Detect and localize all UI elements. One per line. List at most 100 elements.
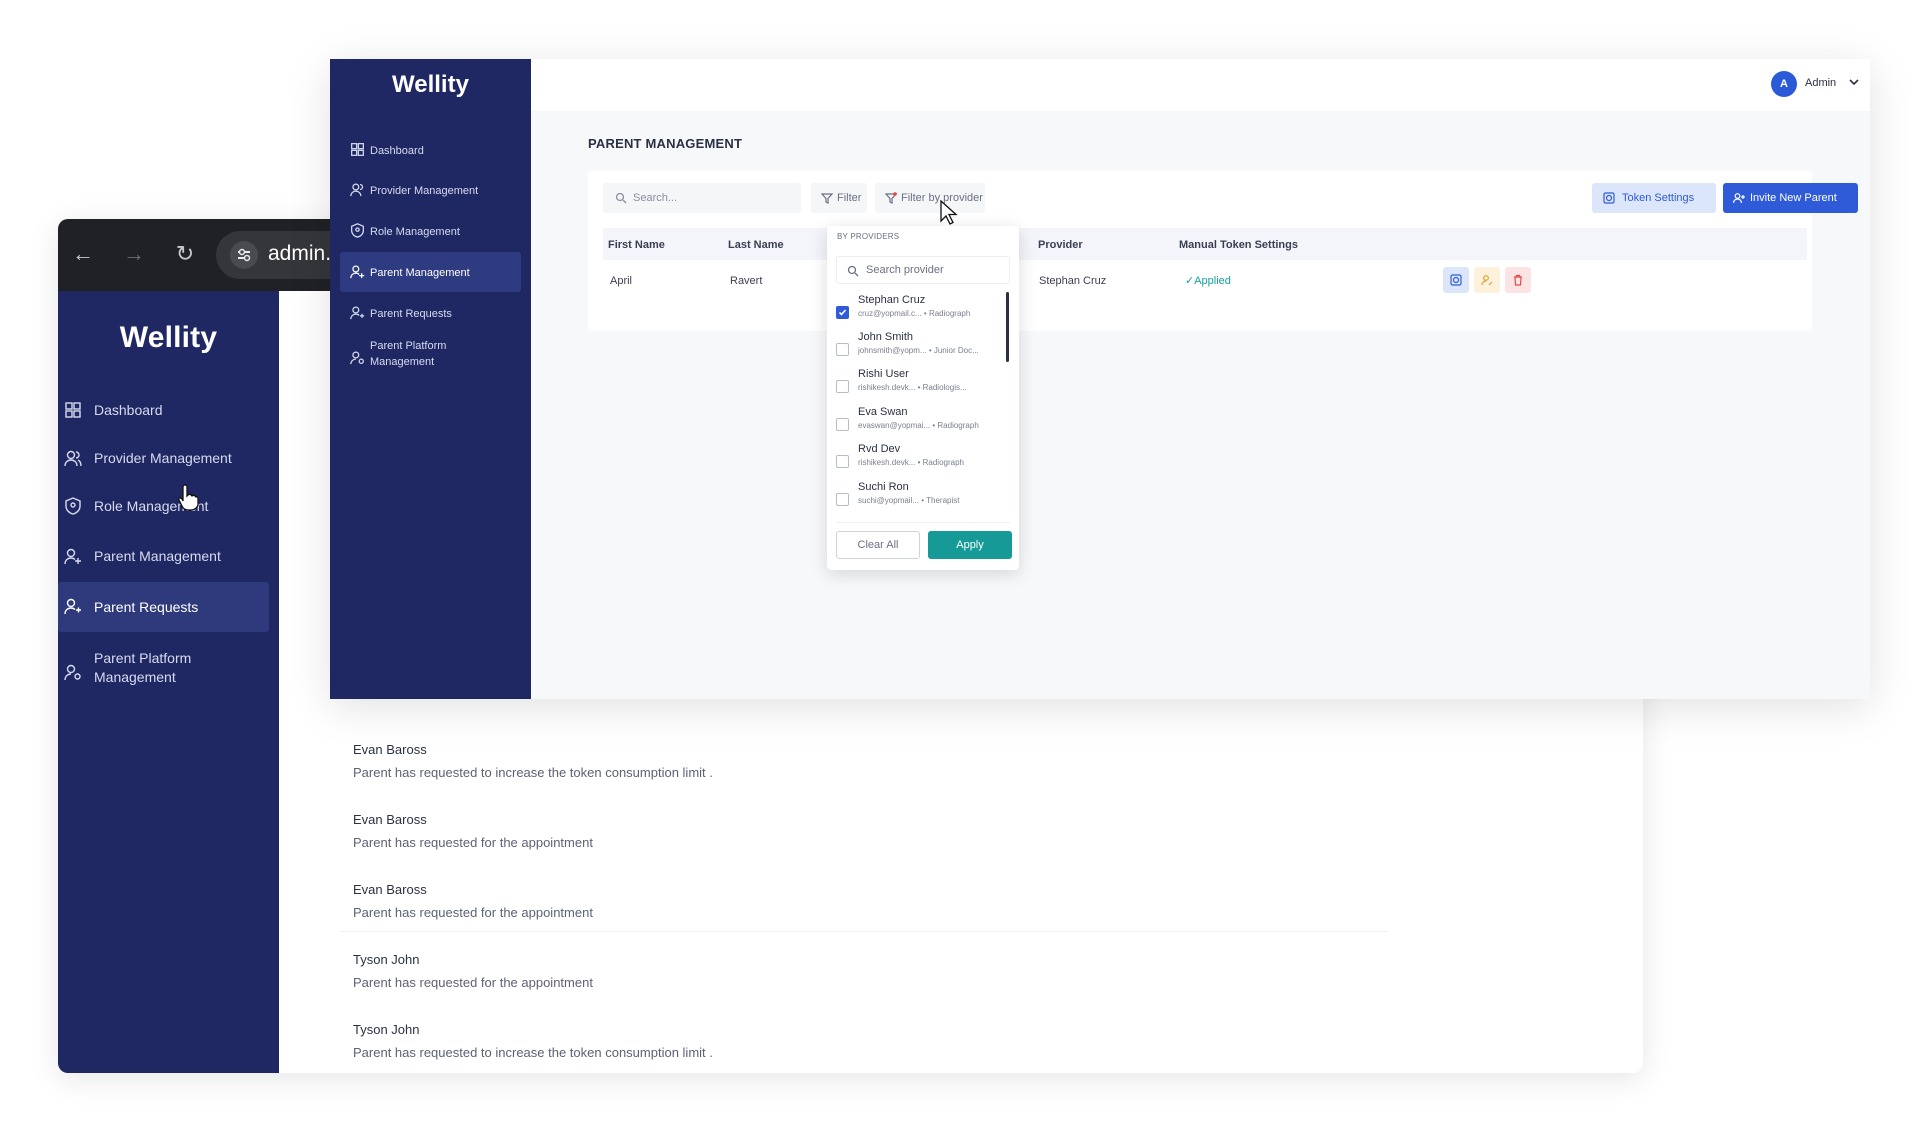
front-sidebar: Wellity Dashboard Provider Management Ro… — [330, 59, 531, 699]
provider-icon — [64, 449, 82, 467]
logo: Wellity — [392, 71, 469, 98]
sidebar-item-parent-management[interactable]: Parent Management — [340, 252, 521, 292]
provider-option[interactable]: John Smith johnsmith@yopm... • Junior Do… — [836, 331, 1001, 367]
user-gear-icon — [350, 350, 365, 365]
list-item[interactable]: Tyson John Parent has requested to incre… — [353, 1022, 1373, 1060]
provider-email: suchi@yopmail... — [858, 496, 920, 505]
back-arrow-icon[interactable]: ← — [70, 241, 96, 267]
forward-arrow-icon[interactable]: → — [121, 241, 147, 267]
column-header-provider[interactable]: Provider — [1038, 239, 1083, 251]
edit-user-button[interactable] — [1474, 267, 1500, 293]
provider-search-field[interactable] — [836, 256, 1010, 284]
label-line-1: Parent Platform — [370, 340, 447, 352]
search-field[interactable] — [603, 183, 801, 213]
checkbox[interactable] — [836, 493, 849, 506]
sidebar-item-label: Role Management — [370, 226, 460, 238]
search-icon — [615, 192, 627, 204]
filter-button[interactable]: Filter — [811, 183, 867, 213]
sidebar-item-dashboard[interactable]: Dashboard — [340, 130, 521, 170]
sidebar-item-label: Parent Requests — [94, 599, 199, 615]
provider-name: Rishi User — [858, 368, 909, 380]
list-item[interactable]: Evan Baross Parent has requested for the… — [353, 882, 1373, 920]
chevron-down-icon[interactable] — [1847, 75, 1861, 89]
invite-new-parent-button[interactable]: Invite New Parent — [1723, 183, 1858, 213]
apply-button[interactable]: Apply — [928, 531, 1012, 559]
sidebar-item-label: Parent Management — [94, 548, 221, 564]
column-header-first-name[interactable]: First Name — [608, 239, 665, 251]
applied-label: Applied — [1194, 275, 1231, 287]
main-content: PARENT MANAGEMENT Filter Filter by provi… — [531, 111, 1870, 699]
checkbox[interactable] — [836, 306, 849, 319]
reload-icon[interactable]: ↻ — [172, 241, 198, 267]
provider-meta: johnsmith@yopm... • Junior Doc... — [858, 346, 979, 355]
hand-cursor-icon — [178, 483, 200, 511]
user-icon — [350, 305, 365, 320]
filter-label: Filter — [837, 192, 862, 204]
divider — [836, 522, 1010, 523]
scrollbar[interactable] — [1006, 292, 1009, 362]
provider-option[interactable]: Rvd Dev rishikesh.devk... • Radiograph — [836, 443, 1001, 479]
provider-option[interactable]: Eva Swan evaswan@yopmai... • Radiograph — [836, 406, 1001, 442]
sidebar-item-role-management[interactable]: Role Management — [340, 211, 521, 251]
request-description: Parent has requested for the appointment — [353, 905, 593, 920]
user-gear-icon — [64, 663, 82, 681]
front-app-window: Wellity Dashboard Provider Management Ro… — [330, 59, 1870, 699]
provider-option[interactable]: Rishi User rishikesh.devk... • Radiologi… — [836, 368, 1001, 404]
provider-role: Radiograph — [928, 309, 971, 318]
checkbox[interactable] — [836, 380, 849, 393]
provider-option[interactable]: Stephan Cruz cruz@yopmail.c... • Radiogr… — [836, 294, 1001, 330]
invite-new-parent-label: Invite New Parent — [1750, 192, 1837, 204]
provider-email: rishikesh.devk... — [858, 458, 916, 467]
provider-option[interactable]: Suchi Ron suchi@yopmail... • Therapist — [836, 481, 1001, 517]
token-settings-row-button[interactable] — [1443, 267, 1469, 293]
checkbox[interactable] — [836, 343, 849, 356]
clear-all-button[interactable]: Clear All — [836, 531, 920, 559]
sidebar-item-dashboard[interactable]: Dashboard — [58, 387, 279, 435]
parents-card: Filter Filter by provider Token Settings… — [588, 171, 1858, 331]
filter-by-provider-button[interactable]: Filter by provider — [875, 183, 985, 213]
token-settings-button[interactable]: Token Settings — [1592, 183, 1716, 213]
sidebar-item-parent-requests[interactable]: Parent Requests — [340, 293, 521, 333]
search-input[interactable] — [633, 183, 793, 213]
arrow-cursor-icon — [940, 200, 958, 226]
provider-search-input[interactable] — [866, 257, 1006, 283]
sidebar-item-label: Dashboard — [370, 145, 424, 157]
provider-icon — [350, 182, 365, 197]
column-header-manual-token-settings[interactable]: Manual Token Settings — [1179, 239, 1298, 251]
avatar[interactable]: A — [1771, 71, 1797, 97]
checkbox[interactable] — [836, 418, 849, 431]
column-header-last-name[interactable]: Last Name — [728, 239, 784, 251]
sidebar-item-provider-management[interactable]: Provider Management — [58, 435, 279, 483]
provider-name: Rvd Dev — [858, 443, 901, 455]
dashboard-icon — [64, 401, 82, 419]
sidebar-item-provider-management[interactable]: Provider Management — [340, 170, 521, 210]
cell-last-name: Ravert — [730, 275, 763, 287]
sidebar-item-label: Provider Management — [94, 450, 232, 466]
user-edit-icon — [1481, 275, 1493, 286]
checkbox[interactable] — [836, 455, 849, 468]
list-item[interactable]: Evan Baross Parent has requested to incr… — [353, 742, 1373, 780]
provider-meta: rishikesh.devk... • Radiograph — [858, 458, 964, 467]
site-settings-icon[interactable] — [230, 241, 258, 269]
request-name: Tyson John — [353, 1022, 420, 1037]
provider-name: Eva Swan — [858, 406, 908, 418]
dropdown-title: BY PROVIDERS — [837, 232, 900, 241]
request-description: Parent has requested to increase the tok… — [353, 1045, 713, 1060]
delete-button[interactable] — [1505, 267, 1531, 293]
provider-email: evaswan@yopmai... — [858, 421, 931, 430]
sidebar-item-parent-management[interactable]: Parent Management — [58, 533, 279, 581]
shield-icon — [350, 223, 365, 238]
sidebar-item-label: Parent Requests — [370, 308, 452, 320]
sidebar-item-parent-requests[interactable]: Parent Requests — [58, 582, 269, 632]
provider-role: Junior Doc... — [933, 346, 979, 355]
list-item[interactable]: Tyson John Parent has requested for the … — [353, 952, 1373, 990]
user-menu-label[interactable]: Admin — [1805, 77, 1836, 89]
sidebar-item-parent-platform-management[interactable]: Parent Platform Management — [58, 641, 279, 701]
provider-name: John Smith — [858, 331, 914, 343]
list-item[interactable]: Evan Baross Parent has requested for the… — [353, 812, 1373, 850]
request-name: Evan Baross — [353, 812, 427, 827]
request-description: Parent has requested for the appointment — [353, 835, 593, 850]
sidebar-item-role-management[interactable]: Role Management — [58, 483, 279, 531]
sidebar-item-parent-platform-management[interactable]: Parent Platform Management — [340, 334, 521, 380]
cell-provider: Stephan Cruz — [1039, 275, 1107, 287]
